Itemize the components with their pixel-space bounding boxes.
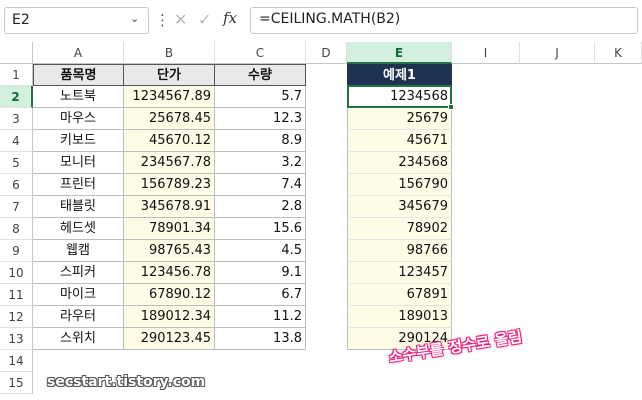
table-cell-price[interactable]: 98765.43	[124, 240, 215, 262]
table-cell-name[interactable]: 프린터	[33, 174, 124, 196]
header-cell-qty[interactable]: 수량	[214, 64, 306, 86]
column-header-j[interactable]: J	[520, 42, 595, 64]
table-cell-qty[interactable]: 6.7	[215, 284, 306, 306]
table-cell-name[interactable]: 스위치	[33, 328, 124, 350]
table-cell-qty[interactable]: 13.8	[215, 328, 306, 350]
row-header[interactable]: 15	[0, 372, 33, 394]
row-header[interactable]: 7	[0, 196, 33, 218]
select-all-corner[interactable]	[0, 42, 33, 64]
column-header-k[interactable]: K	[595, 42, 642, 64]
fill-handle[interactable]	[448, 104, 454, 110]
table-cell-qty[interactable]: 15.6	[215, 218, 306, 240]
table-cell-result[interactable]: 156790	[347, 174, 452, 196]
header-cell-example1[interactable]: 예제1	[347, 64, 452, 86]
table-cell-name[interactable]: 웹캠	[33, 240, 124, 262]
header-cell-name[interactable]: 품목명	[33, 64, 124, 86]
cancel-icon[interactable]: ✕	[174, 10, 187, 29]
table-cell-qty[interactable]: 11.2	[215, 306, 306, 328]
check-icon[interactable]: ✓	[198, 10, 211, 29]
table-cell-price[interactable]: 345678.91	[124, 196, 215, 218]
table-cell-qty[interactable]: 8.9	[215, 130, 306, 152]
table-cell-price[interactable]: 1234567.89	[124, 86, 215, 108]
row-header[interactable]: 2	[0, 86, 33, 108]
row-header[interactable]: 4	[0, 130, 33, 152]
column-header-i[interactable]: I	[452, 42, 520, 64]
table-cell-result[interactable]: 123457	[347, 262, 452, 284]
active-cell-selection	[347, 85, 452, 108]
row-header[interactable]: 12	[0, 306, 33, 328]
row-header[interactable]: 1	[0, 64, 33, 86]
table-cell-result[interactable]: 25679	[347, 108, 452, 130]
table-cell-result[interactable]: 345679	[347, 196, 452, 218]
column-header-d[interactable]: D	[306, 42, 347, 64]
table-cell-qty[interactable]: 3.2	[215, 152, 306, 174]
table-cell-price[interactable]: 123456.78	[124, 262, 215, 284]
chevron-down-icon[interactable]: ⌄	[130, 12, 139, 25]
column-header-e[interactable]: E	[347, 42, 452, 64]
table-cell-name[interactable]: 헤드셋	[33, 218, 124, 240]
row-header[interactable]: 8	[0, 218, 33, 240]
more-options-icon[interactable]: ⋮	[155, 11, 170, 29]
table-cell-price[interactable]: 45670.12	[124, 130, 215, 152]
row-header[interactable]: 6	[0, 174, 33, 196]
table-cell-qty[interactable]: 4.5	[215, 240, 306, 262]
table-cell-name[interactable]: 마이크	[33, 284, 124, 306]
table-cell-name[interactable]: 마우스	[33, 108, 124, 130]
table-cell-qty[interactable]: 12.3	[215, 108, 306, 130]
table-cell-price[interactable]: 156789.23	[124, 174, 215, 196]
row-header[interactable]: 13	[0, 328, 33, 350]
table-cell-result[interactable]: 45671	[347, 130, 452, 152]
table-cell-result[interactable]: 234568	[347, 152, 452, 174]
table-cell-result[interactable]: 98766	[347, 240, 452, 262]
column-header-a[interactable]: A	[33, 42, 124, 64]
name-box-value: E2	[12, 12, 30, 28]
row-header[interactable]: 9	[0, 240, 33, 262]
table-cell-name[interactable]: 노트북	[33, 86, 124, 108]
column-header-b[interactable]: B	[124, 42, 215, 64]
row-header[interactable]: 5	[0, 152, 33, 174]
table-cell-qty[interactable]: 7.4	[215, 174, 306, 196]
formula-text: =CEILING.MATH(B2)	[259, 11, 401, 27]
table-cell-price[interactable]: 67890.12	[124, 284, 215, 306]
table-cell-name[interactable]: 모니터	[33, 152, 124, 174]
table-cell-price[interactable]: 25678.45	[124, 108, 215, 130]
table-cell-qty[interactable]: 9.1	[215, 262, 306, 284]
table-cell-name[interactable]: 스피커	[33, 262, 124, 284]
table-cell-result[interactable]: 67891	[347, 284, 452, 306]
table-cell-name[interactable]: 라우터	[33, 306, 124, 328]
table-cell-name[interactable]: 태블릿	[33, 196, 124, 218]
row-header[interactable]: 10	[0, 262, 33, 284]
header-cell-price[interactable]: 단가	[123, 64, 215, 86]
table-cell-result[interactable]: 189013	[347, 306, 452, 328]
column-header-c[interactable]: C	[215, 42, 306, 64]
table-cell-price[interactable]: 78901.34	[124, 218, 215, 240]
table-cell-price[interactable]: 234567.78	[124, 152, 215, 174]
row-header[interactable]: 14	[0, 350, 33, 372]
row-header[interactable]: 11	[0, 284, 33, 306]
table-cell-qty[interactable]: 2.8	[215, 196, 306, 218]
table-cell-price[interactable]: 189012.34	[124, 306, 215, 328]
watermark: secstart.tistory.com	[47, 374, 206, 390]
table-cell-price[interactable]: 290123.45	[124, 328, 215, 350]
table-cell-name[interactable]: 키보드	[33, 130, 124, 152]
fx-icon[interactable]: fx	[223, 9, 237, 27]
table-cell-result[interactable]: 78902	[347, 218, 452, 240]
table-cell-qty[interactable]: 5.7	[215, 86, 306, 108]
row-header[interactable]: 3	[0, 108, 33, 130]
